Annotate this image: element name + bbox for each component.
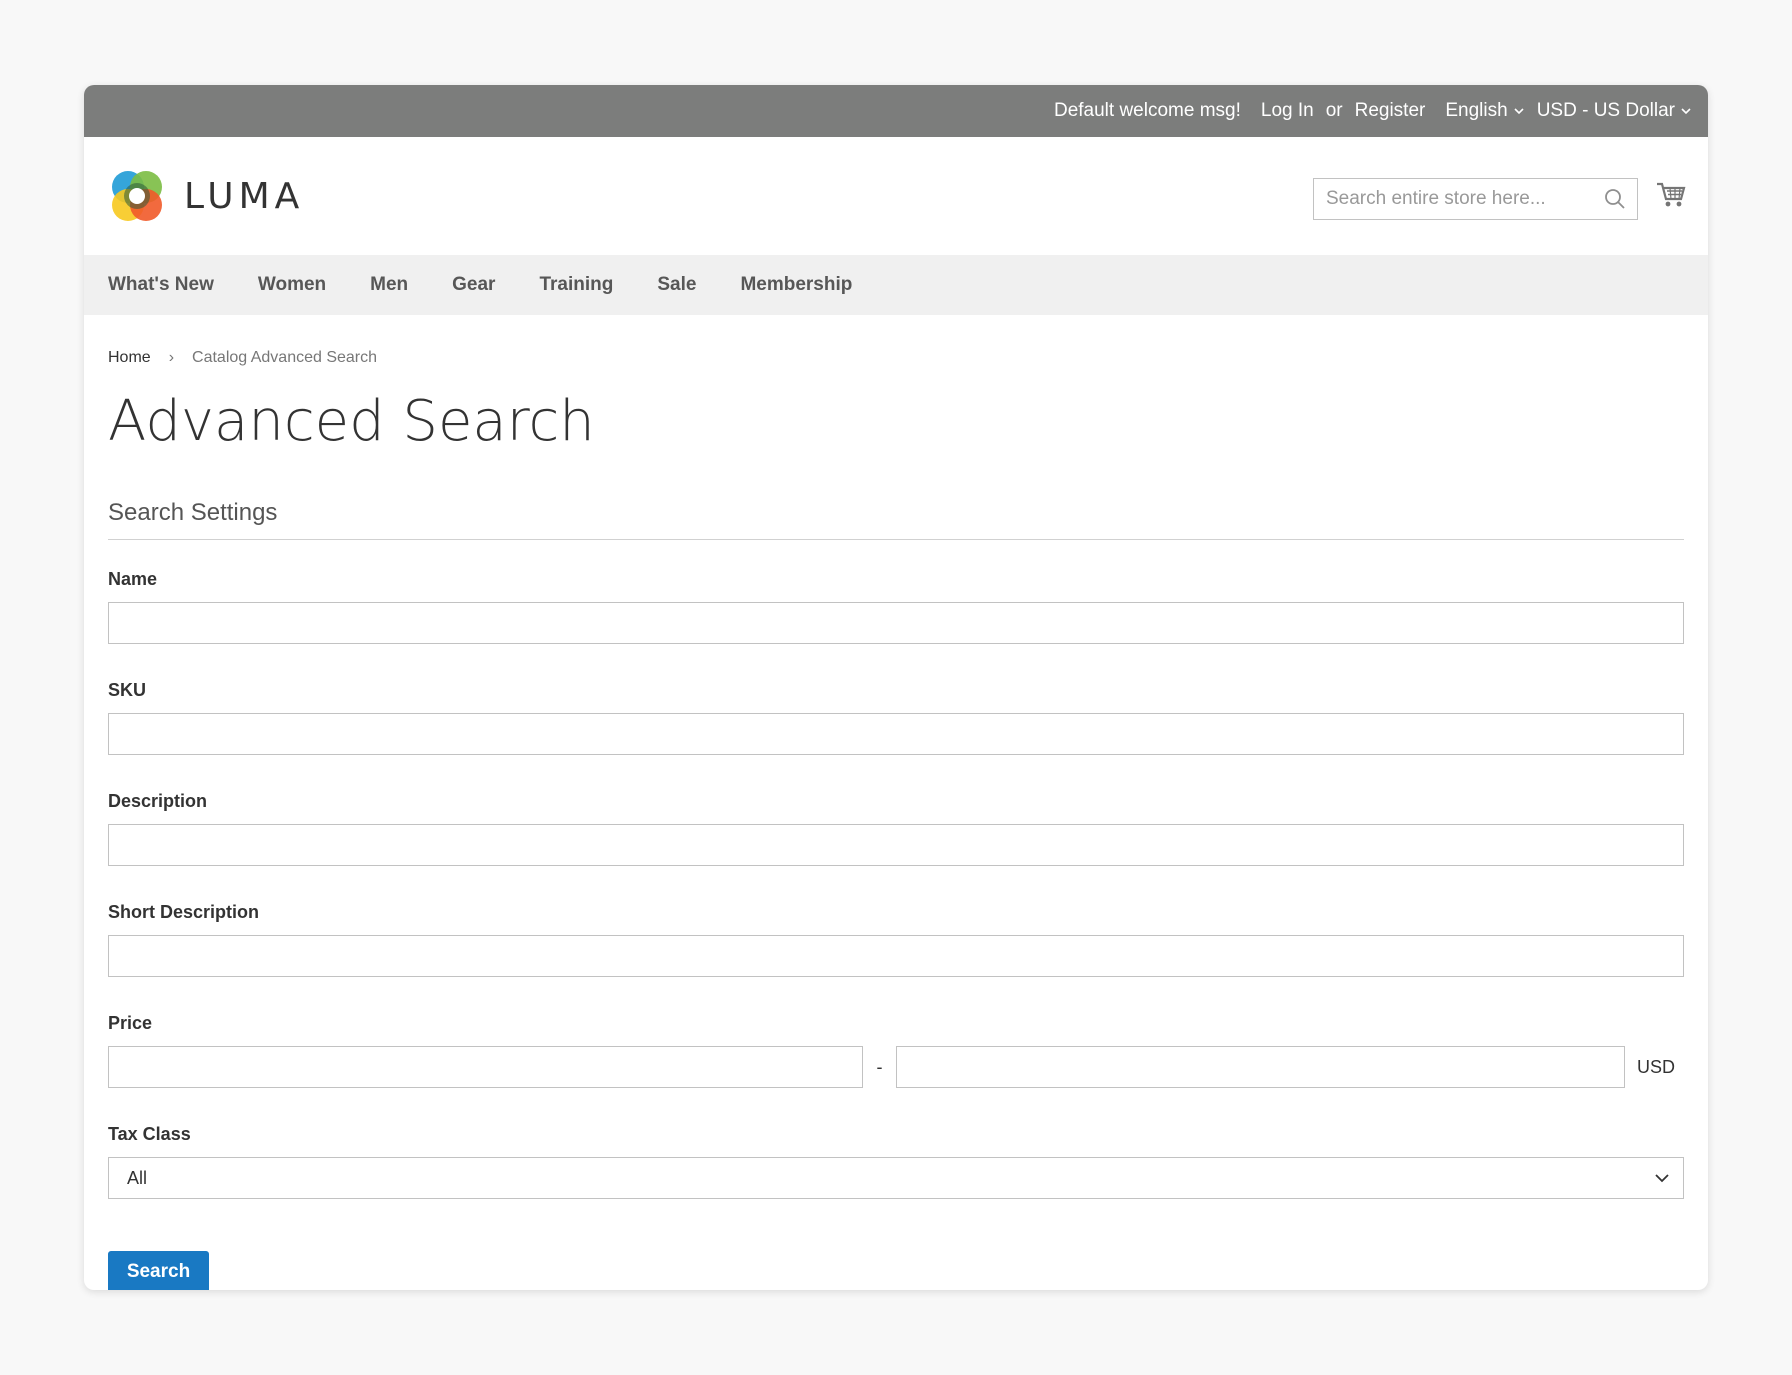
- nav-item-training[interactable]: Training: [539, 274, 613, 296]
- description-field: Description: [108, 791, 1684, 866]
- search-input[interactable]: [1314, 179, 1603, 219]
- cart-icon[interactable]: [1656, 181, 1686, 209]
- price-field: Price - USD: [108, 1013, 1684, 1088]
- breadcrumb: Home › Catalog Advanced Search: [108, 349, 1684, 367]
- tax-class-value: All: [127, 1167, 148, 1188]
- chevron-right-icon: ›: [168, 349, 175, 366]
- short-description-input[interactable]: [108, 935, 1684, 977]
- price-to-input[interactable]: [896, 1046, 1625, 1088]
- search-icon[interactable]: [1603, 187, 1627, 211]
- chevron-down-icon: [1514, 108, 1524, 115]
- description-input[interactable]: [108, 824, 1684, 866]
- main-navigation: What's New Women Men Gear Training Sale …: [84, 255, 1708, 315]
- register-link[interactable]: Register: [1355, 100, 1426, 122]
- name-field: Name: [108, 569, 1684, 644]
- currency-switcher[interactable]: USD - US Dollar: [1537, 100, 1692, 122]
- tax-class-field: Tax Class All: [108, 1124, 1684, 1199]
- price-currency: USD: [1637, 1056, 1676, 1077]
- page-title: Advanced Search: [108, 389, 595, 454]
- short-description-label: Short Description: [108, 902, 260, 922]
- tax-class-label: Tax Class: [108, 1124, 191, 1144]
- language-label: English: [1445, 100, 1508, 121]
- breadcrumb-home[interactable]: Home: [108, 349, 151, 367]
- nav-item-women[interactable]: Women: [258, 274, 326, 296]
- luma-logo-icon: [112, 171, 162, 221]
- store-logo[interactable]: LUMA: [108, 167, 304, 225]
- sku-field: SKU: [108, 680, 1684, 755]
- currency-label: USD - US Dollar: [1536, 100, 1675, 121]
- logo-text: LUMA: [184, 175, 305, 217]
- nav-item-whats-new[interactable]: What's New: [108, 274, 214, 296]
- name-label: Name: [108, 569, 158, 589]
- sku-input[interactable]: [108, 713, 1684, 755]
- short-description-field: Short Description: [108, 902, 1684, 977]
- nav-item-men[interactable]: Men: [370, 274, 408, 296]
- search-settings-legend: Search Settings: [108, 499, 1684, 540]
- tax-class-select[interactable]: All: [108, 1157, 1684, 1199]
- chevron-down-icon: [1681, 108, 1691, 115]
- nav-item-membership[interactable]: Membership: [740, 274, 852, 296]
- search-box: [1313, 178, 1638, 220]
- language-switcher[interactable]: English: [1445, 100, 1524, 122]
- login-link[interactable]: Log In: [1261, 100, 1314, 122]
- chevron-down-icon: [1655, 1174, 1669, 1183]
- price-label: Price: [108, 1013, 153, 1033]
- price-range: - USD: [108, 1046, 1684, 1088]
- nav-item-gear[interactable]: Gear: [452, 274, 495, 296]
- browser-frame: Default welcome msg! Log In or Register …: [84, 85, 1708, 1290]
- sku-label: SKU: [108, 680, 147, 700]
- welcome-message: Default welcome msg!: [1053, 100, 1241, 121]
- breadcrumb-current: Catalog Advanced Search: [192, 349, 378, 366]
- search-button[interactable]: Search: [108, 1251, 209, 1290]
- price-separator: -: [876, 1056, 883, 1077]
- name-input[interactable]: [108, 602, 1684, 644]
- site-header: LUMA: [84, 137, 1708, 255]
- or-text: or: [1325, 100, 1343, 121]
- main-content: Home › Catalog Advanced Search Advanced …: [108, 315, 1684, 1290]
- top-panel: Default welcome msg! Log In or Register …: [84, 85, 1708, 137]
- nav-item-sale[interactable]: Sale: [657, 274, 696, 296]
- description-label: Description: [108, 791, 208, 811]
- price-from-input[interactable]: [108, 1046, 863, 1088]
